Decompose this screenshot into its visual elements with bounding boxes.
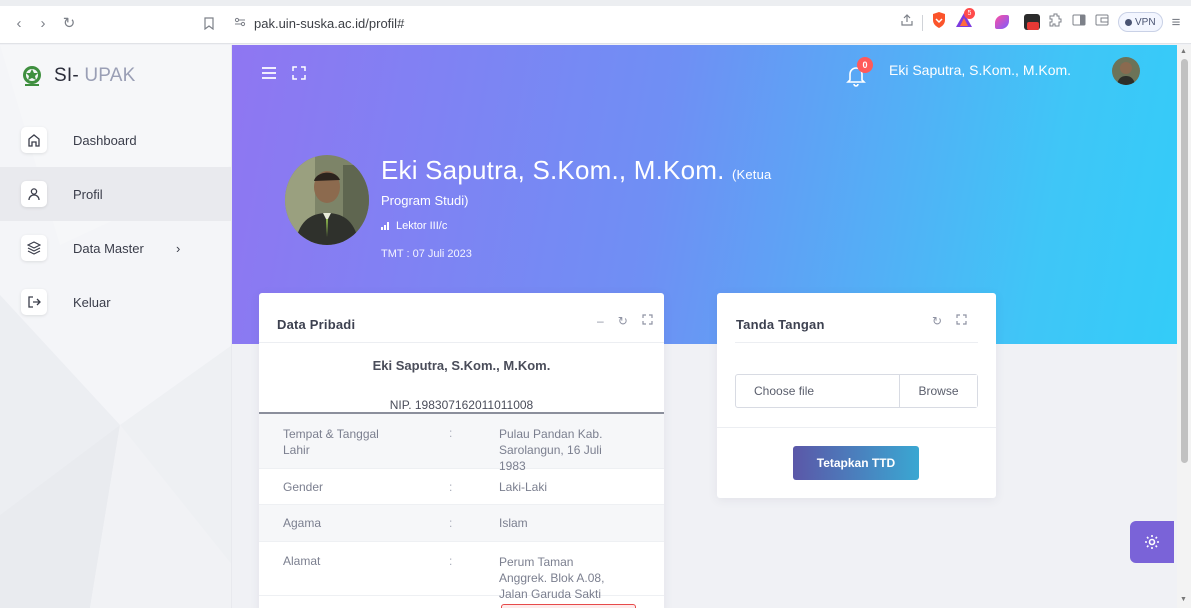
personal-info-table: Tempat & Tanggal Lahir : Pulau Pandan Ka… [259,414,664,601]
sidebar-item-data-master[interactable]: Data Master › [0,221,231,275]
reload-icon[interactable]: ↻ [58,12,80,34]
row-key: Alamat [283,554,321,568]
bookmark-icon[interactable] [198,12,220,34]
logout-icon [21,289,47,315]
row-key: Gender [283,479,324,494]
address-bar[interactable]: pak.uin-suska.ac.id/profil# 5 [228,8,975,38]
sidebar-item-dashboard[interactable]: Dashboard [0,113,231,167]
user-name[interactable]: Eki Saputra, S.Kom., M.Kom. [889,62,1071,78]
card-tools: – ↻ [597,314,653,328]
row-sep: : [449,516,453,530]
notification-button[interactable]: 0 [846,57,873,87]
profile-role-part1: (Ketua [731,167,772,182]
tab-strip [0,0,1191,6]
home-icon [21,127,47,153]
vpn-status-icon [1125,18,1132,26]
page-scrollbar[interactable]: ▲ ▼ [1177,45,1191,608]
site-info-icon[interactable] [234,16,246,31]
chevron-right-icon: › [176,240,181,256]
scrollbar-thumb[interactable] [1181,59,1188,463]
profile-name: Eki Saputra, S.Kom., M.Kom. (Ketua [381,155,772,185]
person-name: Eki Saputra, S.Kom., M.Kom. [372,358,551,373]
scroll-down-icon[interactable]: ▼ [1180,596,1187,603]
row-key: Agama [283,516,322,530]
table-row: Agama : Islam [259,505,664,542]
share-icon[interactable] [900,13,914,32]
danger-button[interactable] [501,604,636,608]
brave-shield-icon[interactable] [931,11,947,34]
sidebar-item-label: Data Master [73,240,144,256]
signal-bars-icon [381,222,389,230]
expand-icon[interactable] [642,314,653,328]
url-text: pak.uin-suska.ac.id/profil# [254,15,405,31]
fullscreen-icon[interactable] [292,64,306,85]
rewards-badge: 5 [964,8,975,19]
rank-label: Lektor III/c [396,220,448,232]
card-title: Data Pribadi [277,317,356,332]
uin-logo-icon [23,66,41,86]
nip: NIP. 198307162011011008 [389,398,534,412]
brave-rewards-icon[interactable]: 5 [955,8,975,33]
brand-title: SI- UPAK [54,65,136,86]
menu-icon[interactable]: ≡ [1172,14,1181,31]
browse-button[interactable]: Browse [899,375,977,407]
row-key: Tempat & Tanggal Lahir [283,427,379,457]
vpn-label: VPN [1135,16,1156,28]
notification-badge: 0 [857,57,873,73]
leo-ai-icon[interactable] [995,15,1009,29]
tetapkan-ttd-button[interactable]: Tetapkan TTD [793,446,919,480]
table-row: Alamat : Perum Taman Anggrek. Blok A.08,… [259,542,664,601]
row-value: Perum Taman Anggrek. Blok A.08, Jalan Ga… [499,555,605,601]
sidebar-item-label: Keluar [73,294,111,310]
signature-file-input[interactable]: Choose file Browse [735,374,978,408]
row-value: Pulau Pandan Kab. Sarolangun, 16 Juli 19… [499,427,603,473]
back-icon[interactable]: ‹ [8,12,30,34]
vpn-button[interactable]: VPN [1118,12,1163,32]
minimize-icon[interactable]: – [597,314,604,328]
sidebar-toggle-icon[interactable] [1072,13,1086,31]
scroll-up-icon[interactable]: ▲ [1180,48,1187,55]
coupon-extension-icon[interactable] [1024,14,1040,30]
table-row: Gender : Laki-Laki [259,469,664,505]
refresh-icon[interactable]: ↻ [932,314,942,328]
refresh-icon[interactable]: ↻ [618,314,628,328]
row-sep: : [449,426,453,440]
forward-icon[interactable]: › [32,12,54,34]
avatar[interactable] [1112,57,1140,85]
card-tools: ↻ [932,314,967,328]
expand-icon[interactable] [956,314,967,328]
profile-role: Program Studi) [381,193,469,208]
profile-photo [285,155,369,245]
sidebar-menu: Dashboard Profil Data Master › Keluar [0,113,231,329]
sidebar-item-label: Dashboard [73,132,137,148]
wallet-icon[interactable] [1095,13,1109,31]
hamburger-menu-icon[interactable] [261,64,277,85]
sidebar-item-keluar[interactable]: Keluar [0,275,231,329]
settings-button[interactable] [1130,521,1174,563]
table-row: Tempat & Tanggal Lahir : Pulau Pandan Ka… [259,414,664,473]
tanda-tangan-card: Tanda Tangan ↻ Choose file Browse Tetapk… [717,293,996,498]
file-placeholder: Choose file [754,384,815,398]
sidebar-item-label: Profil [73,186,103,202]
data-pribadi-card: Data Pribadi – ↻ Eki Saputra, S.Kom., M.… [259,293,664,608]
extensions-icon[interactable] [1049,13,1063,32]
main-content: 0 Eki Saputra, S.Kom., M.Kom. Eki Saputr… [232,45,1177,608]
tmt-date: TMT : 07 Juli 2023 [381,248,472,260]
sidebar: SI- UPAK Dashboard Profil Data Master › [0,45,232,608]
row-sep: : [449,479,453,494]
user-icon [21,181,47,207]
sidebar-item-profil[interactable]: Profil [0,167,231,221]
row-value: Islam [499,516,528,530]
brand[interactable]: SI- UPAK [20,61,136,91]
browser-toolbar: ‹ › ↻ pak.uin-suska.ac.id/profil# 5 VPN … [0,0,1191,44]
card-title: Tanda Tangan [736,317,825,332]
rank: Lektor III/c [381,220,447,232]
row-sep: : [449,554,453,568]
row-value: Laki-Laki [499,479,548,494]
layers-icon [21,235,47,261]
gear-icon [1145,535,1159,549]
